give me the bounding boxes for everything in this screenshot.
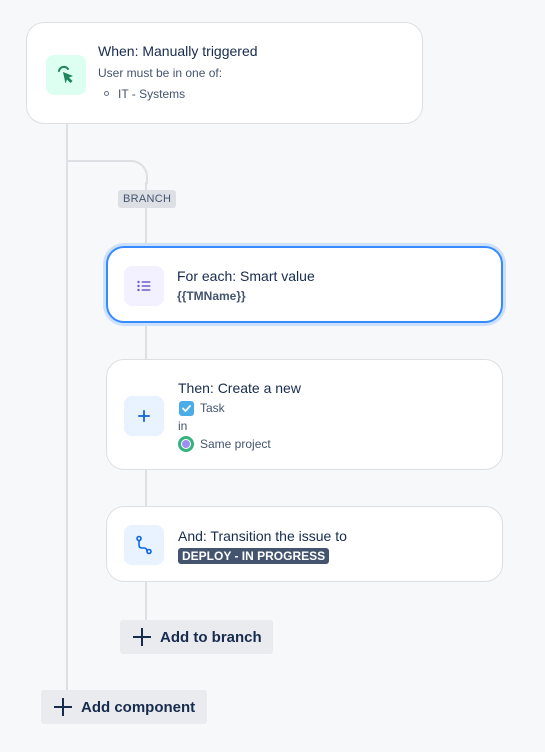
branch-connector-vertical-2 xyxy=(145,322,147,360)
foreach-title: For each: Smart value xyxy=(177,268,315,284)
branch-connector-curve xyxy=(125,160,148,184)
trigger-subtitle: User must be in one of: xyxy=(98,66,223,80)
main-connector-line xyxy=(66,124,68,690)
branch-connector-horizontal xyxy=(66,160,130,162)
add-component-label: Add component xyxy=(81,698,196,716)
status-lozenge: DEPLOY - IN PROGRESS xyxy=(178,548,330,564)
list-icon xyxy=(124,266,164,306)
branch-tag: BRANCH xyxy=(118,190,177,208)
task-type-icon xyxy=(179,401,194,416)
branch-connector-vertical-3 xyxy=(145,469,147,507)
in-label: in xyxy=(178,419,188,433)
trigger-card[interactable]: When: Manually triggered User must be in… xyxy=(26,22,423,124)
plus-icon xyxy=(124,396,164,436)
foreach-card[interactable]: For each: Smart value {{TMName}} xyxy=(106,246,503,323)
add-component-button[interactable]: Add component xyxy=(41,690,207,724)
project-label: Same project xyxy=(200,437,271,451)
trigger-title: When: Manually triggered xyxy=(98,43,258,59)
project-avatar-icon xyxy=(178,436,194,452)
cursor-click-icon xyxy=(46,55,86,95)
issue-type-label: Task xyxy=(200,401,225,415)
add-to-branch-button[interactable]: Add to branch xyxy=(120,620,273,654)
smart-value: {{TMName}} xyxy=(177,289,246,303)
group-item: IT - Systems xyxy=(118,87,186,101)
create-title: Then: Create a new xyxy=(178,380,301,396)
branch-connector-vertical-4 xyxy=(145,581,147,621)
transition-icon xyxy=(124,525,164,565)
transition-card[interactable]: And: Transition the issue to DEPLOY - IN… xyxy=(106,506,503,582)
create-issue-card[interactable]: Then: Create a new Task in Same project xyxy=(106,359,503,470)
group-bullet xyxy=(104,91,109,96)
add-to-branch-label: Add to branch xyxy=(160,628,262,646)
plus-icon xyxy=(54,698,72,716)
transition-title: And: Transition the issue to xyxy=(178,528,347,544)
plus-icon xyxy=(133,628,151,646)
